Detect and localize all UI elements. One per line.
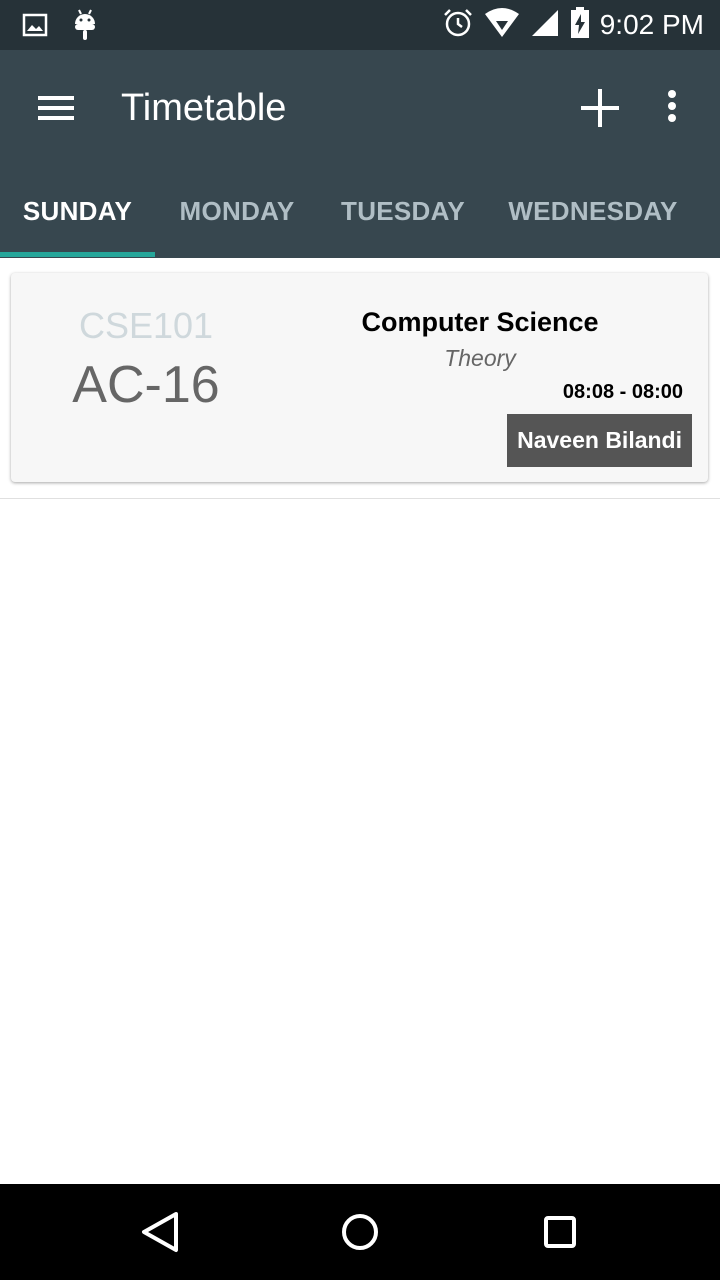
room-number: AC-16 bbox=[72, 356, 220, 414]
home-icon bbox=[330, 1214, 390, 1262]
back-button[interactable] bbox=[130, 1206, 190, 1258]
tab-sunday[interactable]: SUNDAY bbox=[0, 178, 155, 258]
status-time: 9:02 PM bbox=[599, 9, 704, 40]
day-tabs: SUNDAY MONDAY TUESDAY WEDNESDAY bbox=[0, 178, 720, 258]
course-code: CSE101 bbox=[78, 305, 214, 346]
menu-button[interactable] bbox=[28, 86, 84, 130]
navigation-bar bbox=[0, 1184, 720, 1280]
signal-icon bbox=[530, 8, 560, 43]
status-bar: 9:02 PM bbox=[0, 0, 720, 50]
image-icon bbox=[22, 13, 48, 42]
add-icon bbox=[572, 89, 628, 140]
page-title: Timetable bbox=[121, 87, 287, 129]
timetable-list[interactable]: CSE101 AC-16 Computer Science Theory 08:… bbox=[0, 258, 720, 1184]
battery-charging-icon bbox=[570, 6, 590, 44]
subject-name: Computer Science bbox=[361, 307, 599, 337]
class-type: Theory bbox=[444, 345, 516, 371]
home-button[interactable] bbox=[330, 1206, 390, 1258]
tab-wednesday[interactable]: WEDNESDAY bbox=[500, 178, 686, 258]
tab-indicator bbox=[0, 252, 155, 257]
recents-icon bbox=[530, 1216, 590, 1262]
alarm-icon bbox=[442, 7, 474, 44]
app-bar: Timetable SUNDAY MONDAY TUESDAY WEDNESDA… bbox=[0, 50, 720, 258]
tab-tuesday[interactable]: TUESDAY bbox=[332, 178, 474, 258]
recents-button[interactable] bbox=[530, 1206, 590, 1258]
back-icon bbox=[130, 1212, 190, 1262]
class-card[interactable]: CSE101 AC-16 Computer Science Theory 08:… bbox=[11, 273, 708, 482]
more-vert-icon bbox=[652, 90, 692, 140]
wifi-icon bbox=[484, 7, 520, 43]
add-button[interactable] bbox=[572, 80, 628, 136]
class-time: 08:08 - 08:00 bbox=[562, 381, 683, 403]
more-options-button[interactable] bbox=[652, 80, 692, 136]
teacher-badge: Naveen Bilandi bbox=[507, 414, 692, 467]
tab-monday[interactable]: MONDAY bbox=[166, 178, 308, 258]
list-divider bbox=[0, 498, 720, 499]
menu-icon bbox=[28, 96, 84, 134]
android-icon bbox=[72, 8, 98, 47]
